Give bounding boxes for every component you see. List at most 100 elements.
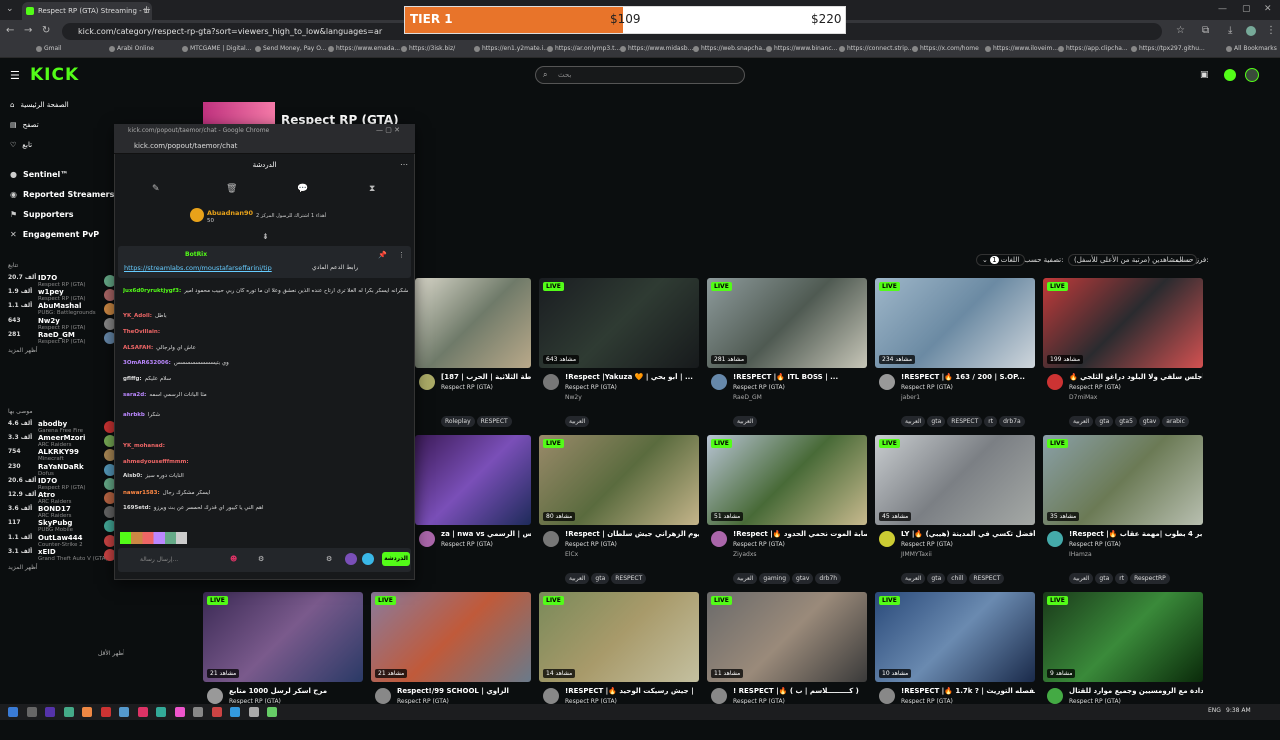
chat-gear-icon[interactable]: ⚙ xyxy=(326,555,332,563)
stream-title[interactable]: !Respect |🔥 عصابة الموت نحمي الحدود... xyxy=(733,530,867,538)
stream-card[interactable]: LIVE 51 مشاهد !Respect |🔥 عصابة الموت نحمي… xyxy=(707,435,867,584)
popout-minimize-icon[interactable]: — ▢ ✕ xyxy=(376,126,400,134)
download-icon[interactable]: ⤓ xyxy=(1228,25,1232,36)
bookmark-item[interactable]: https://web.snapcha... xyxy=(693,45,768,52)
streamer-avatar[interactable] xyxy=(1047,531,1063,547)
stream-card[interactable]: LIVE 199 مشاهد 🔥 أجلس سلفي ولا البلود دراغ… xyxy=(1043,278,1203,427)
streamer-avatar[interactable] xyxy=(543,531,559,547)
streamer-avatar[interactable] xyxy=(879,374,895,390)
chat-username[interactable]: nawar1583: xyxy=(123,490,160,496)
language-filter-dropdown[interactable]: ⌄ 1 اللغات xyxy=(976,254,1026,266)
streamer-avatar[interactable] xyxy=(711,531,727,547)
stream-tag[interactable]: drb7h xyxy=(815,573,842,584)
stream-category[interactable]: Respect RP (GTA) xyxy=(1069,384,1121,391)
stream-category[interactable]: Respect RP (GTA) xyxy=(1069,541,1121,548)
taskbar-app-icon[interactable] xyxy=(63,707,74,717)
browser-menu-icon[interactable]: ⋮ xyxy=(1266,25,1276,36)
kick-status-icon[interactable] xyxy=(1224,69,1236,81)
stream-category[interactable]: Respect RP (GTA) xyxy=(901,384,953,391)
stream-title[interactable]: ! RESPECT |🔥 ( كـــــــــلاسم | ب ) xyxy=(733,687,867,695)
stream-tag[interactable]: gta5 xyxy=(1115,416,1137,427)
maximize-icon[interactable]: ▢ xyxy=(1242,4,1251,14)
stream-category[interactable]: Respect RP (GTA) xyxy=(441,541,493,548)
stream-title[interactable]: !RESPECT |🔥 163 / 200 | S.OP... xyxy=(901,373,1035,381)
show-less-link[interactable]: أظهر الأقل xyxy=(98,650,125,657)
streamer-name[interactable]: Nw2y xyxy=(565,394,582,401)
all-bookmarks[interactable]: All Bookmarks xyxy=(1226,45,1277,52)
minimize-icon[interactable]: — xyxy=(1218,4,1227,14)
stream-tag[interactable]: chill xyxy=(947,573,968,584)
stream-title[interactable]: !RESPECT |🔥 1.7k ? | الفصله التوريث xyxy=(901,687,1035,695)
streamer-avatar[interactable] xyxy=(207,688,223,704)
sidebar-nav-1[interactable]: ▤ تصفح xyxy=(10,121,39,129)
stream-tag[interactable]: العربية xyxy=(1069,416,1094,427)
stream-tag[interactable]: gta xyxy=(591,573,610,584)
bookmark-item[interactable]: https://app.clipcha... xyxy=(1058,45,1128,52)
streamer-avatar[interactable] xyxy=(419,531,435,547)
stream-title[interactable]: !Respect | الحرب اليوم الزهراني جيش سلطا… xyxy=(565,530,699,538)
chat-username[interactable]: gflffg: xyxy=(123,376,142,382)
stream-thumbnail[interactable]: LIVE 9 مشاهد xyxy=(1043,592,1203,682)
show-more-link[interactable]: أظهر المزيد xyxy=(8,564,38,571)
stream-tag[interactable]: Roleplay xyxy=(441,416,475,427)
stream-title[interactable]: !Respect |🔥 بر 4 بطوب |مهمة عقاب xyxy=(1069,530,1203,538)
bookmark-item[interactable]: https://www.emada... xyxy=(328,45,400,52)
extensions-icon[interactable]: ⧉ xyxy=(1202,25,1209,36)
trash-tool-icon[interactable]: 🗑 xyxy=(226,184,237,194)
stream-title[interactable]: za | nwa vs البائس | الرسمي ... xyxy=(441,530,531,538)
stream-title[interactable]: !RESPECT |🔥 جيش رسيكت الوحيد | xyxy=(565,687,699,695)
chat-username[interactable]: Jux6d0ryruktjygf3: xyxy=(123,288,181,294)
close-window-icon[interactable]: ✕ xyxy=(1264,4,1272,14)
pin-tool-icon[interactable]: ✎ xyxy=(152,184,160,194)
browser-tab-active[interactable]: Respect RP (GTA) Streaming - Li xyxy=(22,2,152,20)
streamer-name[interactable]: IHamza xyxy=(1069,551,1092,558)
taskbar-app-icon[interactable] xyxy=(193,707,203,717)
stream-thumbnail[interactable]: LIVE 281 مشاهد xyxy=(707,278,867,368)
stream-title[interactable]: [187 | الشرطة الثلاثية | الحرب 💥 | ... xyxy=(441,373,531,381)
chat-username[interactable]: YK_mohanad: xyxy=(123,443,165,449)
streamer-avatar[interactable] xyxy=(879,531,895,547)
new-tab-plus-icon[interactable]: + xyxy=(142,3,151,16)
streamer-avatar[interactable] xyxy=(711,374,727,390)
stream-category[interactable]: Respect RP (GTA) xyxy=(441,384,493,391)
stream-card[interactable]: LIVE 35 مشاهد !Respect |🔥 بر 4 بطوب |مهمة … xyxy=(1043,435,1203,584)
streamer-avatar[interactable] xyxy=(1047,688,1063,704)
stream-tag[interactable]: RESPECT xyxy=(611,573,647,584)
collapse-icon[interactable]: ⇟ xyxy=(262,232,269,241)
bookmark-item[interactable]: https://x.com/home xyxy=(912,45,979,52)
sidebar-tool-1[interactable]: ◉ Reported Streamers xyxy=(10,190,114,199)
streamer-name[interactable]: ElCx xyxy=(565,551,578,558)
stream-thumbnail[interactable]: LIVE 14 مشاهد xyxy=(539,592,699,682)
chat-username[interactable]: ahrbkb xyxy=(123,412,145,418)
pinned-link[interactable]: https://streamlabs.com/moustafarseffarin… xyxy=(124,264,272,272)
stream-tag[interactable]: gta xyxy=(927,416,946,427)
taskbar-app-icon[interactable] xyxy=(8,707,18,717)
stream-title[interactable]: !RESPECT |🔥 ITL BOSS | ... xyxy=(733,373,867,381)
search-input[interactable]: ⌕ بحث xyxy=(535,66,745,84)
stream-category[interactable]: Respect RP (GTA) xyxy=(565,541,617,548)
chat-menu-icon[interactable]: ⋯ xyxy=(400,160,408,169)
stream-tag[interactable]: gaming xyxy=(759,573,791,584)
stream-tag[interactable]: RESPECT xyxy=(947,416,983,427)
taskbar-app-icon[interactable] xyxy=(267,707,277,717)
stream-tag[interactable]: gtav xyxy=(792,573,814,584)
stream-card[interactable]: za | nwa vs البائس | الرسمي ... Respect R… xyxy=(415,435,531,583)
profile-avatar[interactable] xyxy=(1246,26,1256,36)
stream-tag[interactable]: rt xyxy=(984,416,998,427)
stream-thumbnail[interactable] xyxy=(415,278,531,368)
chat-username[interactable]: Aisb0: xyxy=(123,473,142,479)
sidebar-tool-0[interactable]: ● Sentinel™ xyxy=(10,170,68,179)
bookmark-star-icon[interactable]: ☆ xyxy=(1176,25,1185,36)
tab-search-icon[interactable]: ⌄ xyxy=(6,4,14,14)
stream-tag[interactable]: العربية xyxy=(901,416,926,427)
chat-username[interactable]: sara2d: xyxy=(123,392,146,398)
stream-card[interactable]: [187 | الشرطة الثلاثية | الحرب 💥 | ... Re… xyxy=(415,278,531,427)
inbox-icon[interactable]: ▣ xyxy=(1200,70,1209,80)
chat-username[interactable]: ALSAFAH: xyxy=(123,345,153,351)
chat-badge-icon[interactable] xyxy=(345,553,357,565)
bookmark-item[interactable]: https://www.midasb... xyxy=(620,45,693,52)
emoji-icon[interactable]: ☻ xyxy=(230,555,237,563)
bookmark-item[interactable]: https://www.iloveim... xyxy=(985,45,1058,52)
sidebar-nav-0[interactable]: ⌂ الصفحة الرئيسية xyxy=(10,101,69,109)
bookmark-item[interactable]: https://3isk.biz/ xyxy=(401,45,455,52)
